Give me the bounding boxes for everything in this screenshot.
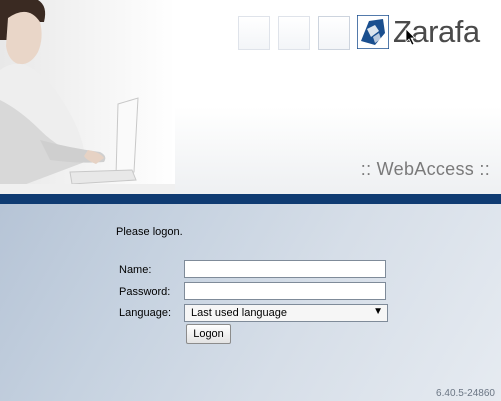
language-select[interactable]: Last used language ▼: [184, 304, 388, 322]
decorative-box: [318, 16, 350, 50]
language-selected-value: Last used language: [191, 307, 288, 319]
mouse-cursor-icon: [405, 28, 416, 46]
header-divider-bar: [0, 194, 501, 204]
decorative-box: [278, 16, 310, 50]
header-photo: [0, 0, 175, 194]
zarafa-logo-icon: [357, 15, 389, 49]
name-label: Name:: [119, 264, 152, 276]
product-name: :: WebAccess ::: [360, 159, 490, 179]
password-label: Password:: [119, 286, 171, 298]
version-label: 6.40.5-24860: [436, 388, 495, 399]
logon-button[interactable]: Logon: [186, 324, 231, 344]
login-panel: [0, 204, 501, 401]
header-banner: Zarafa :: WebAccess ::: [0, 0, 501, 194]
password-input[interactable]: [184, 282, 386, 300]
name-input[interactable]: [184, 260, 386, 278]
language-label: Language:: [119, 307, 171, 319]
decorative-box: [238, 16, 270, 50]
login-page: Zarafa :: WebAccess :: Please logon. Nam…: [0, 0, 501, 401]
dropdown-arrow-icon: ▼: [373, 306, 383, 317]
welcome-text: Please logon.: [116, 226, 183, 238]
